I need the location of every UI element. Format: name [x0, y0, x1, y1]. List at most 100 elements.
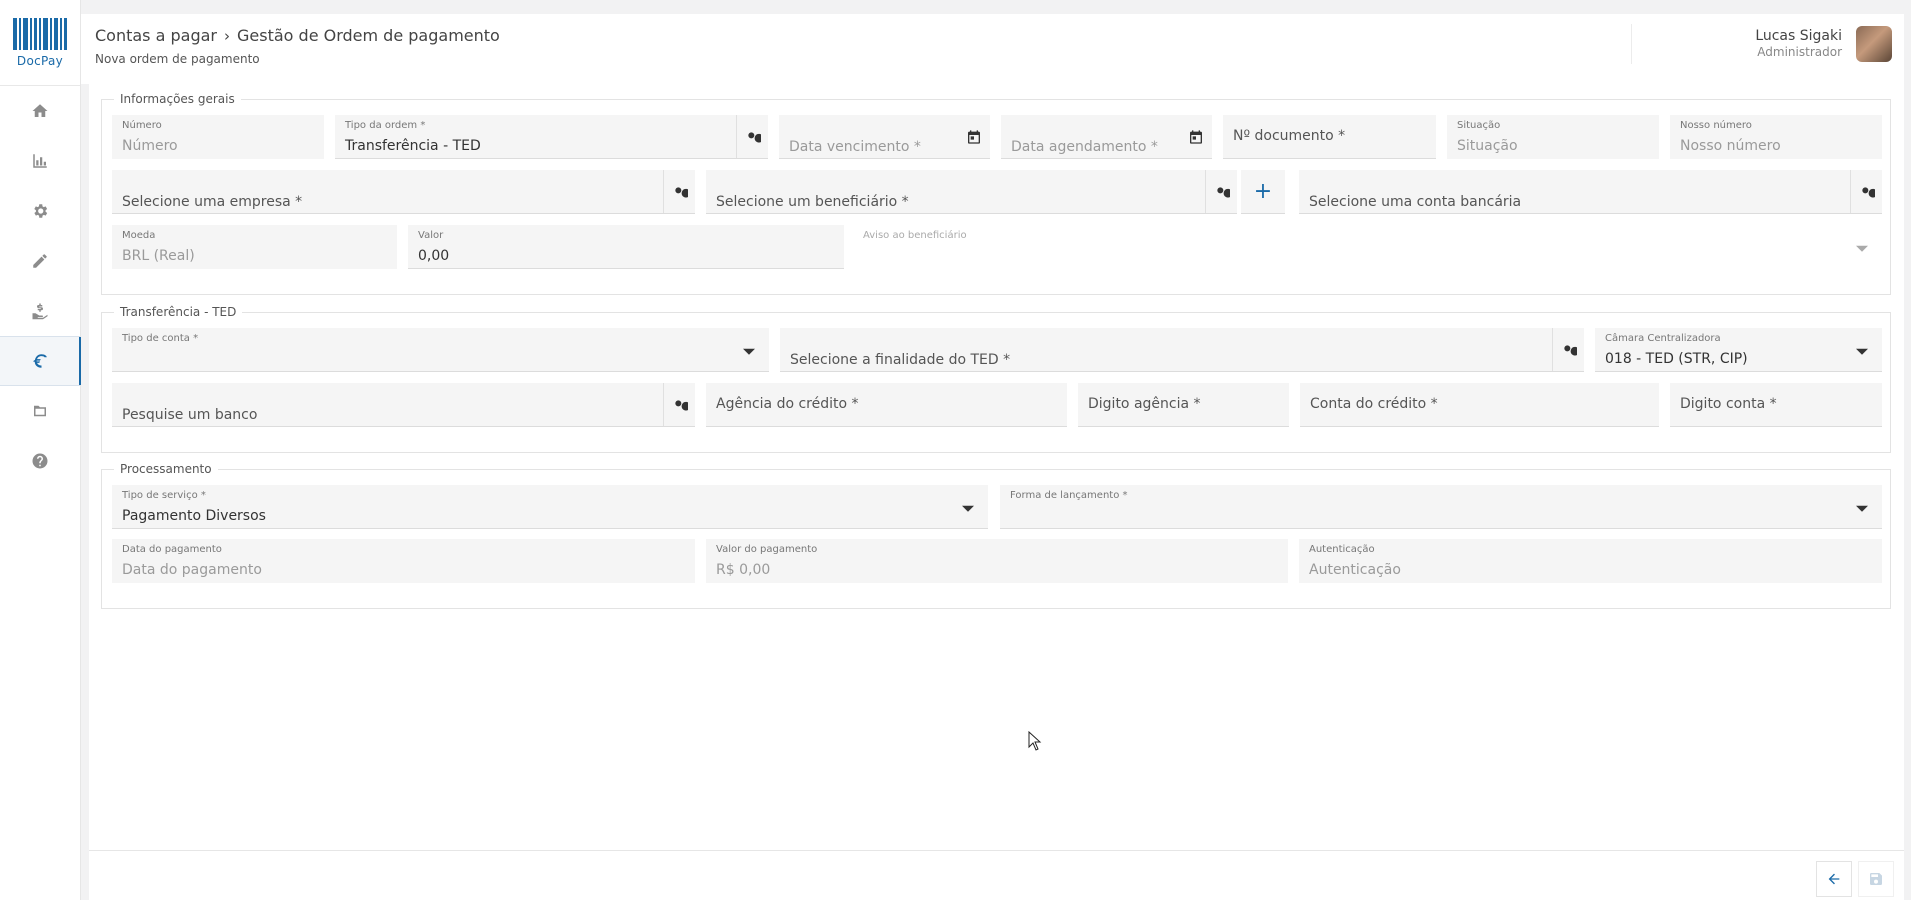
aviso-beneficiario-select[interactable]: Aviso ao beneficiário	[853, 225, 1882, 269]
digito-agencia-placeholder: Digito agência *	[1088, 396, 1201, 412]
numero-placeholder: Número	[122, 138, 178, 154]
situacao-placeholder: Situação	[1457, 138, 1518, 154]
forma-lancamento-label: Forma de lançamento *	[1010, 490, 1128, 501]
section-transferencia-ted: Transferência - TED Tipo de conta * Sele…	[101, 305, 1891, 453]
valor-label: Valor	[418, 230, 444, 241]
tipo-conta-select[interactable]: Tipo de conta *	[112, 328, 769, 372]
chevron-down-icon	[1856, 348, 1868, 355]
hand-money-icon	[32, 303, 48, 320]
forma-lancamento-select[interactable]: Forma de lançamento *	[1000, 485, 1882, 529]
finalidade-search-button[interactable]	[1552, 328, 1584, 371]
moeda-field[interactable]: Moeda BRL (Real)	[112, 225, 397, 269]
arrow-left-icon	[1828, 873, 1840, 885]
pencil-icon	[33, 254, 47, 268]
sidebar-item-help[interactable]	[0, 436, 80, 486]
banco-search-field[interactable]: Pesquise um banco	[112, 383, 695, 427]
sidebar-item-edit[interactable]	[0, 236, 80, 286]
tipo-ordem-label: Tipo da ordem *	[345, 120, 426, 131]
agencia-credito-field[interactable]: Agência do crédito *	[706, 383, 1067, 427]
tipo-ordem-field[interactable]: Tipo da ordem * Transferência - TED	[335, 115, 768, 159]
sidebar-item-reports[interactable]	[0, 136, 80, 186]
section-informacoes-gerais: Informações gerais Número Número Tipo da…	[101, 92, 1891, 295]
main-content: Informações gerais Número Número Tipo da…	[89, 84, 1904, 900]
header-divider	[1631, 24, 1632, 64]
search-icon	[1216, 186, 1230, 198]
data-vencimento-placeholder: Data vencimento *	[789, 139, 921, 155]
save-icon	[1870, 873, 1882, 885]
beneficiario-search-button[interactable]	[1205, 170, 1237, 213]
search-icon	[674, 399, 688, 411]
chevron-down-icon	[962, 505, 974, 512]
empresa-placeholder: Selecione uma empresa *	[122, 194, 303, 210]
page-header: Contas a pagar › Gestão de Ordem de paga…	[81, 14, 1904, 84]
chevron-down-icon	[1856, 245, 1868, 252]
conta-bancaria-field[interactable]: Selecione uma conta bancária	[1299, 170, 1882, 214]
finalidade-ted-placeholder: Selecione a finalidade do TED *	[790, 352, 1011, 368]
empresa-search-button[interactable]	[663, 170, 695, 213]
beneficiario-field[interactable]: Selecione um beneficiário *	[706, 170, 1237, 214]
data-vencimento-calendar-button[interactable]	[958, 115, 990, 158]
sidebar-item-folders[interactable]	[0, 386, 80, 436]
conta-bancaria-placeholder: Selecione uma conta bancária	[1309, 194, 1522, 210]
chevron-down-icon	[1856, 505, 1868, 512]
banco-search-button[interactable]	[663, 383, 695, 426]
nosso-numero-placeholder: Nosso número	[1680, 138, 1781, 154]
moeda-value: BRL (Real)	[122, 248, 195, 264]
user-role: Administrador	[1757, 45, 1842, 59]
sidebar-item-settings[interactable]	[0, 186, 80, 236]
conta-bancaria-search-button[interactable]	[1850, 170, 1882, 213]
data-pagamento-placeholder: Data do pagamento	[122, 562, 262, 578]
sidebar-item-payments[interactable]	[0, 336, 81, 386]
situacao-field[interactable]: Situação Situação	[1447, 115, 1659, 159]
camara-centralizadora-select[interactable]: Câmara Centralizadora 018 - TED (STR, CI…	[1595, 328, 1882, 372]
n-documento-placeholder: Nº documento *	[1233, 128, 1346, 144]
calendar-icon	[968, 129, 980, 144]
conta-credito-field[interactable]: Conta do crédito *	[1300, 383, 1659, 427]
camara-value: 018 - TED (STR, CIP)	[1605, 351, 1748, 367]
search-icon	[674, 186, 688, 198]
barcode-logo-icon	[13, 17, 67, 50]
data-agendamento-field[interactable]: Data agendamento *	[1001, 115, 1212, 159]
back-button[interactable]	[1816, 861, 1852, 897]
data-agendamento-calendar-button[interactable]	[1180, 115, 1212, 158]
moeda-label: Moeda	[122, 230, 156, 241]
sidebar-nav	[0, 86, 81, 486]
data-pagamento-label: Data do pagamento	[122, 544, 222, 555]
finalidade-ted-field[interactable]: Selecione a finalidade do TED *	[780, 328, 1584, 372]
section-legend: Transferência - TED	[114, 305, 243, 319]
valor-field[interactable]: Valor 0,00	[408, 225, 844, 269]
user-info[interactable]: Lucas Sigaki Administrador	[1755, 28, 1842, 59]
tipo-servico-select[interactable]: Tipo de serviço * Pagamento Diversos	[112, 485, 988, 529]
save-button[interactable]	[1858, 861, 1894, 897]
data-pagamento-field[interactable]: Data do pagamento Data do pagamento	[112, 539, 695, 583]
beneficiario-placeholder: Selecione um beneficiário *	[716, 194, 909, 210]
nosso-numero-field[interactable]: Nosso número Nosso número	[1670, 115, 1882, 159]
digito-conta-field[interactable]: Digito conta *	[1670, 383, 1882, 427]
section-legend: Processamento	[114, 462, 218, 476]
page-subtitle: Nova ordem de pagamento	[95, 52, 260, 66]
situacao-label: Situação	[1457, 120, 1501, 131]
empresa-field[interactable]: Selecione uma empresa *	[112, 170, 695, 214]
valor-pagamento-label: Valor do pagamento	[716, 544, 818, 555]
digito-agencia-field[interactable]: Digito agência *	[1078, 383, 1289, 427]
search-icon	[1563, 344, 1577, 356]
camara-label: Câmara Centralizadora	[1605, 333, 1721, 344]
data-vencimento-field[interactable]: Data vencimento *	[779, 115, 990, 159]
tipo-ordem-search-button[interactable]	[736, 115, 768, 158]
add-beneficiario-button[interactable]: +	[1241, 170, 1285, 214]
sidebar-item-receive[interactable]	[0, 286, 80, 336]
digito-conta-placeholder: Digito conta *	[1680, 396, 1777, 412]
mouse-cursor-icon	[1028, 731, 1042, 751]
tipo-servico-value: Pagamento Diversos	[122, 508, 266, 524]
valor-pagamento-field[interactable]: Valor do pagamento R$ 0,00	[706, 539, 1288, 583]
search-icon	[747, 131, 761, 143]
autenticacao-field[interactable]: Autenticação Autenticação	[1299, 539, 1882, 583]
help-icon	[32, 453, 48, 469]
breadcrumb-item-contas-a-pagar[interactable]: Contas a pagar	[95, 26, 217, 45]
avatar[interactable]	[1856, 26, 1892, 62]
n-documento-field[interactable]: Nº documento *	[1223, 115, 1436, 159]
docpay-logo[interactable]: DocPay	[0, 0, 80, 86]
sidebar-item-home[interactable]	[0, 86, 80, 136]
tipo-conta-label: Tipo de conta *	[122, 333, 199, 344]
numero-field[interactable]: Número Número	[112, 115, 324, 159]
